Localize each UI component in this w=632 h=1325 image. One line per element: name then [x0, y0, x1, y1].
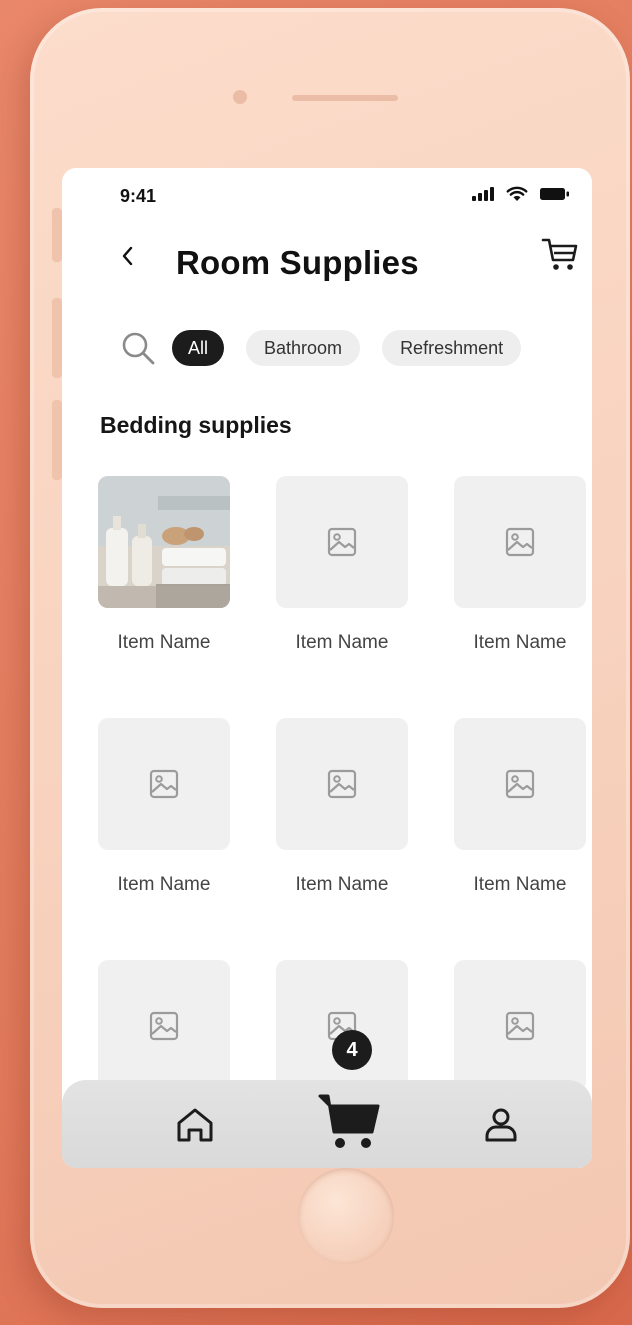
cart-icon [541, 238, 578, 270]
filter-row: All Bathroom Refreshment [120, 330, 543, 366]
filter-chip-all[interactable]: All [172, 330, 225, 366]
product-card[interactable]: Item Name [98, 476, 230, 659]
profile-icon [485, 1108, 517, 1142]
wifi-icon [506, 186, 528, 201]
image-placeholder-icon [505, 527, 535, 557]
back-button[interactable] [120, 242, 136, 274]
product-thumbnail [454, 476, 586, 608]
item-name: Item Name [117, 632, 211, 653]
item-name: Item Name [117, 874, 211, 895]
item-name: Item Name [295, 632, 389, 653]
product-thumbnail [98, 960, 230, 1092]
item-name: Item Name [295, 874, 389, 895]
filter-chip-bathroom[interactable]: Bathroom [246, 330, 361, 366]
product-thumbnail [454, 960, 586, 1092]
speaker-grille [292, 95, 398, 101]
phone-side-button [52, 400, 62, 480]
product-photo [98, 476, 230, 608]
product-thumbnail [454, 718, 586, 850]
phone-side-button [52, 208, 62, 262]
status-time: 9:41 [120, 186, 157, 206]
phone-side-button [52, 298, 62, 378]
bottom-nav-bar [62, 1080, 592, 1168]
item-name: Item Name [473, 632, 567, 653]
image-placeholder-icon [505, 769, 535, 799]
search-button[interactable] [120, 330, 156, 366]
product-thumbnail [276, 960, 408, 1092]
status-icons [472, 186, 570, 202]
section-title: Bedding supplies [100, 412, 292, 438]
product-card[interactable] [98, 960, 230, 1092]
image-placeholder-icon [327, 769, 357, 799]
product-card[interactable]: Item Name [276, 718, 408, 901]
bottles-photo-icon [98, 476, 230, 608]
image-placeholder-icon [505, 1011, 535, 1041]
cart-count-badge: 4 [332, 1030, 372, 1070]
filter-chip-refreshment[interactable]: Refreshment [382, 330, 522, 366]
product-card[interactable]: Item Name [276, 476, 408, 659]
app-screen: 9:41 Room Supplies All Bathroom Refreshm… [62, 168, 592, 1168]
image-placeholder-icon [149, 769, 179, 799]
chevron-left-icon [122, 246, 133, 266]
product-card[interactable] [454, 960, 586, 1092]
home-hardware-button[interactable] [298, 1168, 394, 1264]
product-card[interactable]: Item Name [454, 476, 586, 659]
cart-button[interactable] [540, 234, 580, 274]
page-title: Room Supplies [176, 244, 419, 281]
signal-icon [472, 187, 494, 201]
front-camera [233, 90, 247, 104]
image-placeholder-icon [327, 527, 357, 557]
cart-icon [318, 1094, 380, 1148]
product-card[interactable]: Item Name [98, 718, 230, 901]
image-placeholder-icon [149, 1011, 179, 1041]
nav-home-button[interactable] [170, 1100, 220, 1150]
product-thumbnail [276, 718, 408, 850]
nav-profile-button[interactable] [476, 1100, 526, 1150]
product-card[interactable]: Item Name [454, 718, 586, 901]
item-name: Item Name [473, 874, 567, 895]
status-bar: 9:41 [62, 168, 592, 222]
search-icon [122, 332, 155, 365]
product-thumbnail [276, 476, 408, 608]
battery-icon [540, 188, 569, 200]
product-card[interactable] [276, 960, 408, 1092]
home-icon [177, 1108, 213, 1142]
nav-cart-button[interactable] [316, 1086, 386, 1156]
product-thumbnail [98, 718, 230, 850]
